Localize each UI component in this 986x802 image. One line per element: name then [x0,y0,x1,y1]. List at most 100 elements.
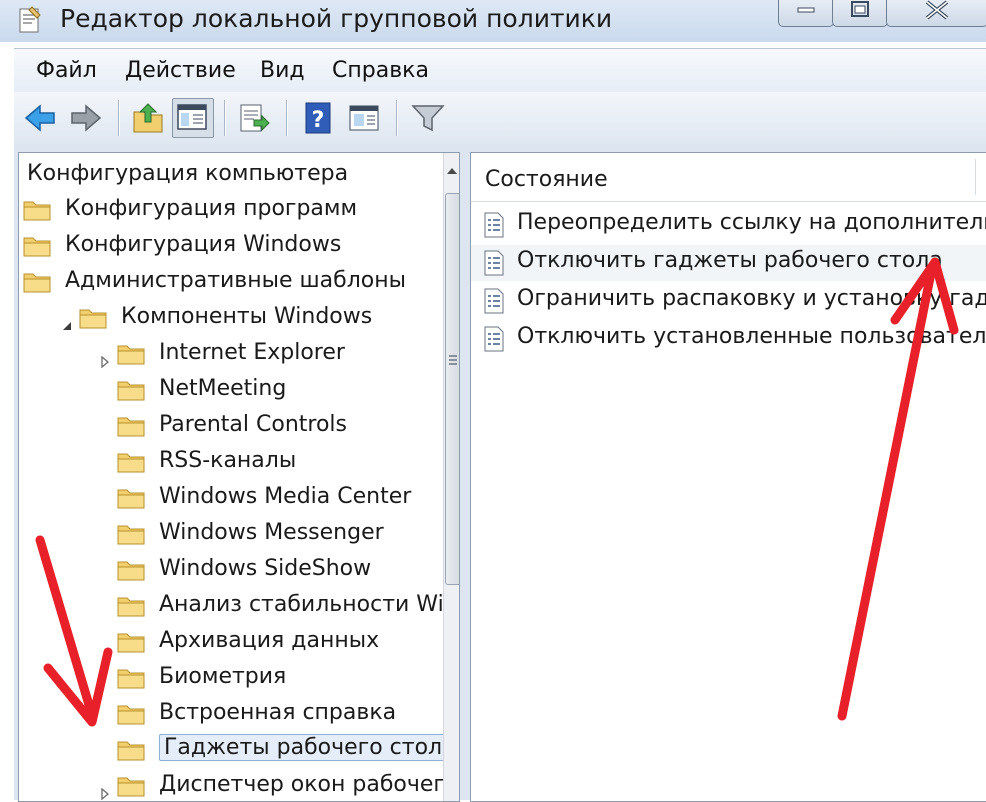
tree-pane: Конфигурация компьютера Конфигурация про… [18,152,460,802]
title-bar: Редактор локальной групповой политики [0,0,986,42]
tree-item[interactable]: Конфигурация программ [19,193,443,229]
maximize-button[interactable] [832,0,888,27]
tree-item[interactable]: Диспетчер окон рабочего [19,769,458,801]
menu-view[interactable]: Вид [260,58,305,83]
toolbar-separator [224,100,225,136]
tree-item[interactable]: Встроенная справка [19,697,443,733]
folder-icon [117,595,145,617]
tree-item[interactable]: Компоненты Windows [19,301,443,337]
tree-item-label: Конфигурация Windows [65,232,342,257]
tree-item[interactable]: Конфигурация Windows [19,229,443,265]
toolbar: ? [14,92,986,145]
back-button[interactable] [22,100,58,136]
policy-row-label: Отключить гаджеты рабочего стола [517,248,943,273]
tree-item[interactable]: Windows Messenger [19,517,443,553]
forward-icon [71,104,102,132]
folder-icon [117,775,145,797]
tree-item-label: Встроенная справка [159,700,397,725]
tree-item[interactable]: Windows Media Center [19,481,443,517]
policy-setting-icon [483,288,505,314]
up-folder-icon [133,103,163,133]
folder-icon [117,667,145,689]
menu-help[interactable]: Справка [332,58,429,83]
tree-item-label: Конфигурация программ [65,196,358,221]
tree-item[interactable]: Административные шаблоны [19,265,443,301]
tree-item-label: Биометрия [159,664,287,689]
tree-expanded-icon[interactable] [61,313,73,330]
column-divider[interactable] [975,159,976,195]
show-hide-tree-button[interactable] [172,98,214,138]
tree-item-label: Административные шаблоны [65,268,407,293]
tree-item[interactable]: Архивация данных [19,625,443,661]
show-hide-tree-icon [177,104,207,130]
tree-item[interactable]: Биометрия [19,661,443,697]
folder-icon [79,307,107,329]
properties-button[interactable] [346,100,382,136]
tree-item[interactable]: Parental Controls [19,409,443,445]
tree-item-label: RSS-каналы [159,448,297,473]
policy-row[interactable]: Отключить гаджеты рабочего стола [471,245,986,281]
tree-item[interactable]: RSS-каналы [19,445,443,481]
toolbar-separator [396,100,397,136]
policy-row-label: Ограничить распаковку и установку гадж [517,286,986,311]
menu-file[interactable]: Файл [36,58,97,83]
menu-bar: Файл Действие Вид Справка [14,48,986,93]
tree-scrollbar[interactable] [443,153,460,801]
tree-item-label: NetMeeting [159,376,287,401]
column-header-label: Состояние [485,167,608,192]
export-list-button[interactable] [236,100,272,136]
policy-list-pane: Состояние Переопределить ссылку на допол… [470,152,986,802]
forward-button[interactable] [68,100,104,136]
up-one-level-button[interactable] [130,100,166,136]
scroll-up-arrow-icon[interactable] [444,161,460,181]
tree-item-label: Анализ стабильности Win [159,592,458,617]
policy-setting-icon [483,250,505,276]
tree-collapsed-icon[interactable] [99,349,111,369]
restore-icon [851,1,869,17]
tree-item[interactable]: Гаджеты рабочего стола [19,733,459,769]
tree-item-label: Windows Messenger [159,520,384,545]
folder-icon [117,379,145,401]
export-list-icon [240,104,270,132]
minimize-button[interactable] [778,0,834,27]
folder-icon [117,703,145,725]
policy-row[interactable]: Переопределить ссылку на дополнительн [471,207,986,243]
help-button[interactable]: ? [300,100,336,136]
tree-item-label: Компоненты Windows [121,304,373,329]
close-button[interactable] [886,0,986,27]
scrollbar-thumb[interactable] [445,193,459,585]
policy-setting-icon [483,212,505,238]
minimize-icon [797,7,815,13]
tree-root-computer-configuration[interactable]: Конфигурация компьютера [27,161,348,186]
tree-item-label: Архивация данных [159,628,380,653]
tree-item[interactable]: Internet Explorer [19,337,443,373]
policy-setting-icon [483,326,505,352]
policy-row-label: Переопределить ссылку на дополнительн [517,210,986,235]
column-header-state[interactable]: Состояние [471,153,986,202]
folder-icon [117,739,145,761]
tree-item-label: Windows SideShow [159,556,372,581]
tree-item[interactable]: Анализ стабильности Win [19,589,458,625]
filter-button[interactable] [410,100,446,136]
folder-icon [117,415,145,437]
tree-item[interactable]: Windows SideShow [19,553,443,589]
folder-icon [117,559,145,581]
menu-action[interactable]: Действие [125,58,236,83]
tree-item-label: Parental Controls [159,412,347,437]
policy-row[interactable]: Ограничить распаковку и установку гадж [471,283,986,319]
scroll-grip-icon [449,355,457,365]
folder-icon [23,271,51,293]
folder-icon [23,235,51,257]
tree-item[interactable]: NetMeeting [19,373,443,409]
folder-icon [23,199,51,221]
policy-editor-app-icon [19,6,41,33]
tree-item-label: Гаджеты рабочего стола [159,734,459,761]
folder-icon [117,343,145,365]
help-icon: ? [305,102,331,134]
tree-item-label: Internet Explorer [159,340,345,365]
policy-row[interactable]: Отключить установленные пользователем [471,321,986,357]
filter-icon [411,105,445,132]
folder-icon [117,487,145,509]
back-icon [24,104,55,132]
tree-collapsed-icon[interactable] [99,781,111,801]
